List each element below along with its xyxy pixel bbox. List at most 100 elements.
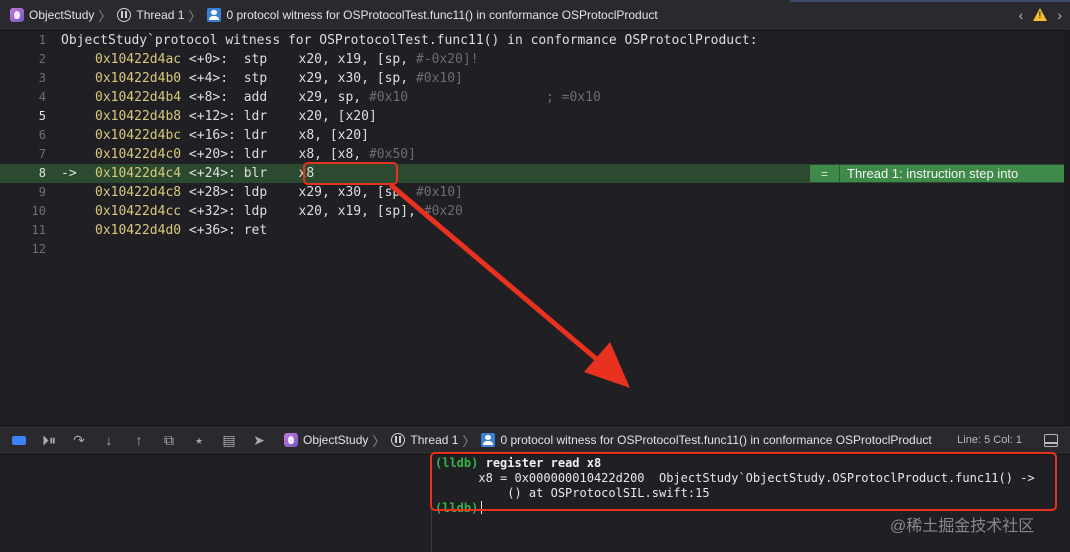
instruction-offset: <+20>: — [188, 147, 236, 162]
line-number: 4 — [38, 90, 46, 104]
chevron-left-icon[interactable]: ‹ — [1019, 7, 1024, 23]
simulate-location-button[interactable]: ➤ — [244, 425, 274, 455]
instruction-opcode: ldr — [243, 109, 268, 124]
instruction-immediate: #-0x20]! — [415, 52, 479, 67]
variables-pane[interactable] — [0, 455, 431, 552]
instruction-immediate: #0x20 — [423, 204, 463, 219]
instruction: 0x10422d4bc <+16>: ldr x8, [x20] — [95, 126, 369, 145]
instruction-address: 0x10422d4cc — [95, 204, 182, 219]
line-number: 8 — [38, 166, 46, 180]
instruction-offset: <+8>: — [188, 90, 236, 105]
instruction-address: 0x10422d4c4 — [95, 166, 182, 181]
debug-breadcrumb-thread[interactable]: Thread 1 — [391, 433, 458, 447]
debug-view-hierarchy-button[interactable]: ⧉ — [154, 425, 184, 455]
instruction-immediate: #0x10] — [415, 185, 463, 200]
warning-icon[interactable] — [1033, 8, 1048, 21]
code-line[interactable]: 6 0x10422d4bc <+16>: ldr x8, [x20] — [0, 126, 1070, 145]
editor-scrollbar[interactable] — [1064, 31, 1070, 425]
breadcrumb-thread[interactable]: Thread 1 — [117, 8, 184, 22]
watermark: @稀土掘金技术社区 — [890, 518, 1035, 535]
debug-breadcrumb: ObjectStudy 〉 Thread 1 〉 0 protocol witn… — [284, 431, 932, 450]
instruction-step-badge-label: Thread 1: instruction step into — [847, 166, 1019, 181]
environment-overrides-button[interactable]: ▤ — [214, 425, 244, 455]
breadcrumb-thread-label: Thread 1 — [136, 8, 185, 22]
code-line[interactable]: 11 0x10422d4d0 <+36>: ret — [0, 221, 1070, 240]
toggle-panel-icon[interactable] — [1044, 434, 1058, 447]
disassembly-editor[interactable]: 1 ObjectStudy`protocol witness for OSPro… — [0, 31, 1070, 425]
instruction-step-badge[interactable]: = Thread 1: instruction step into — [810, 165, 1064, 182]
code-line[interactable]: 9 0x10422d4c8 <+28>: ldp x29, x30, [sp, #… — [0, 183, 1070, 202]
breadcrumb-project[interactable]: ObjectStudy — [10, 8, 94, 22]
memory-graph-icon: ⭑ — [195, 431, 203, 448]
debug-view-hierarchy-icon: ⧉ — [164, 431, 174, 448]
debug-breadcrumb-thread-label: Thread 1 — [410, 433, 459, 447]
code-line[interactable]: 7 0x10422d4c0 <+20>: ldr x8, [x8, #0x50] — [0, 145, 1070, 164]
annotation-box-x8 — [303, 162, 398, 185]
instruction-address: 0x10422d4c8 — [95, 185, 182, 200]
app-icon — [284, 433, 298, 447]
code-line[interactable]: 5 0x10422d4b8 <+12>: ldr x20, [x20] — [0, 107, 1070, 126]
instruction-immediate: #0x50] — [368, 147, 416, 162]
code-line[interactable]: 12 — [0, 240, 1070, 259]
line-number: 2 — [38, 52, 46, 66]
instruction-operands: x8, [x8, — [298, 147, 369, 162]
chevron-right-icon: 〉 — [462, 433, 476, 449]
jump-bar-top-accent — [790, 0, 1070, 2]
instruction-operands: x20, [x20] — [298, 109, 377, 124]
memory-graph-button[interactable]: ⭑ — [184, 425, 214, 455]
instruction: 0x10422d4cc <+32>: ldp x20, x19, [sp], #… — [95, 202, 463, 221]
current-instruction-marker: -> — [61, 166, 77, 181]
line-number: 11 — [31, 223, 46, 237]
instruction-comment: ; =0x10 — [546, 90, 601, 105]
continue-icon: ⏵⏸ — [42, 431, 56, 448]
jump-bar-controls: ‹ › — [1019, 7, 1062, 23]
instruction-operands: x20, x19, [sp], — [298, 204, 424, 219]
environment-overrides-icon: ▤ — [222, 431, 236, 448]
code-line[interactable]: 1 ObjectStudy`protocol witness for OSPro… — [0, 31, 1070, 50]
code-line[interactable]: 2 0x10422d4ac <+0>: stp x20, x19, [sp, #-… — [0, 50, 1070, 69]
instruction: 0x10422d4c8 <+28>: ldp x29, x30, [sp, #0… — [95, 183, 463, 202]
instruction-immediate: #0x10] — [415, 71, 463, 86]
instruction: 0x10422d4b8 <+12>: ldr x20, [x20] — [95, 107, 377, 126]
instruction-operands: x20, x19, [sp, — [298, 52, 416, 67]
instruction-address: 0x10422d4c0 — [95, 147, 182, 162]
thread-icon — [117, 8, 132, 22]
step-into-button[interactable]: ↓ — [94, 425, 124, 455]
annotation-box-console — [430, 452, 1057, 511]
line-number: 7 — [38, 147, 46, 161]
function-header: ObjectStudy`protocol witness for OSProto… — [61, 33, 758, 48]
code-line[interactable]: 4 0x10422d4b4 <+8>: add x29, sp, #0x10 ; =… — [0, 88, 1070, 107]
debug-bar: ⏵⏸ ↷ ↓ ↑ ⧉ ⭑ ▤ ➤ ObjectStudy 〉 Thread 1 … — [0, 425, 1070, 455]
code-line[interactable]: 3 0x10422d4b0 <+4>: stp x29, x30, [sp, #0… — [0, 69, 1070, 88]
chevron-right-icon: 〉 — [372, 433, 386, 449]
instruction-operands: x29, sp, — [298, 90, 369, 105]
breadcrumb-frame[interactable]: 0 protocol witness for OSProtocolTest.fu… — [207, 8, 658, 22]
step-over-button[interactable]: ↷ — [64, 425, 94, 455]
chevron-right-icon[interactable]: › — [1057, 7, 1062, 23]
debug-breadcrumb-frame[interactable]: 0 protocol witness for OSProtocolTest.fu… — [481, 433, 932, 447]
app-icon — [10, 8, 24, 22]
instruction-opcode: ret — [243, 223, 268, 238]
code-line[interactable]: 10 0x10422d4cc <+32>: ldp x20, x19, [sp],… — [0, 202, 1070, 221]
instruction-opcode: stp — [243, 52, 268, 67]
line-number: 3 — [38, 71, 46, 85]
line-number: 12 — [31, 242, 46, 256]
instruction-opcode: ldp — [243, 185, 268, 200]
step-out-button[interactable]: ↑ — [124, 425, 154, 455]
instruction-opcode: add — [243, 90, 268, 105]
instruction-offset: <+12>: — [188, 109, 236, 124]
jump-bar: ObjectStudy 〉 Thread 1 〉 0 protocol witn… — [0, 0, 1070, 31]
instruction-operands: x29, x30, [sp, — [298, 185, 416, 200]
instruction-offset: <+24>: — [188, 166, 236, 181]
chevron-right-icon: 〉 — [98, 8, 112, 24]
instruction-address: 0x10422d4b4 — [95, 90, 182, 105]
continue-button[interactable]: ⏵⏸ — [34, 425, 64, 455]
instruction-opcode: ldr — [243, 147, 268, 162]
breakpoints-toggle-button[interactable] — [4, 425, 34, 455]
step-over-icon: ↷ — [73, 431, 85, 448]
debug-breadcrumb-project[interactable]: ObjectStudy — [284, 433, 368, 447]
instruction-address: 0x10422d4bc — [95, 128, 182, 143]
step-out-icon: ↑ — [135, 432, 143, 448]
instruction-opcode: stp — [243, 71, 268, 86]
instruction-offset: <+0>: — [188, 52, 236, 67]
